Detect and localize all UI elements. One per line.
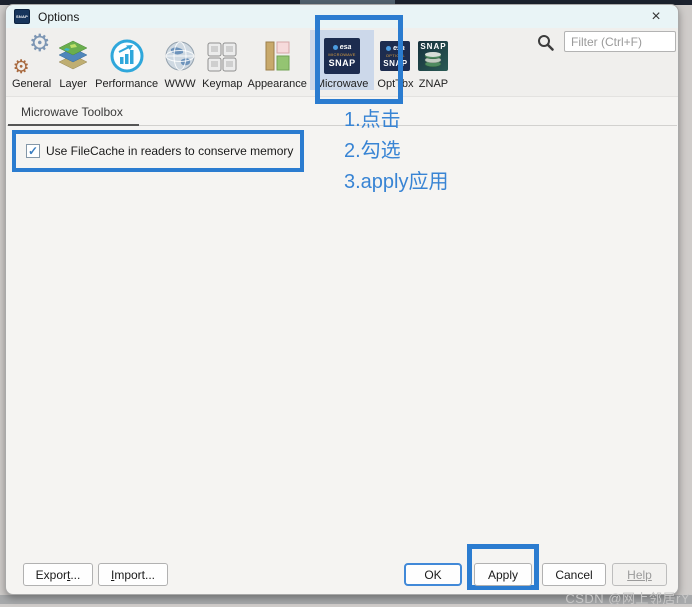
esa-snap-optical-icon: esa OPTICAL SNAP — [380, 41, 411, 71]
toolbar-item-www[interactable]: WWW — [161, 30, 199, 90]
toolbar-item-label: Performance — [95, 78, 159, 90]
checkbox-highlight-rect: ✓ Use FileCache in readers to conserve m… — [12, 130, 304, 172]
annotation-step-3: 3.apply应用 — [344, 171, 449, 193]
snap-database-icon: SNAP — [418, 41, 449, 71]
annotation-step-2: 2.勾选 — [344, 140, 401, 162]
toolbar-item-label: OptTbx — [377, 78, 414, 90]
annotation-step-1: 1.点击 — [344, 109, 401, 131]
layers-icon — [58, 40, 88, 70]
ok-button[interactable]: OK — [404, 563, 462, 586]
export-button[interactable]: Export... — [23, 563, 93, 586]
check-mark-icon: ✓ — [27, 143, 39, 158]
performance-gauge-icon — [110, 39, 144, 73]
title-bar[interactable]: SNAP Options × — [6, 5, 678, 28]
watermark: CSDN @网上邻居rY — [565, 591, 690, 606]
toolbar-item-label: Appearance — [247, 78, 307, 90]
esa-dot — [332, 45, 338, 50]
import-button[interactable]: Import... — [98, 563, 168, 586]
help-button[interactable]: Help — [612, 563, 667, 586]
keyboard-icon — [207, 42, 237, 72]
filter-input[interactable] — [564, 31, 676, 52]
toolbar-item-label: Keymap — [202, 78, 243, 90]
toolbar-item-general[interactable]: ⚙ ⚙ General — [10, 30, 53, 91]
checkbox-icon[interactable]: ✓ — [26, 144, 40, 158]
close-icon[interactable]: × — [646, 7, 666, 27]
toolbar-item-opttbx[interactable]: esa OPTICAL SNAP OptTbx — [375, 30, 415, 90]
search-icon — [538, 35, 554, 51]
toolbar-item-znap[interactable]: SNAP ZNAP — [416, 30, 450, 90]
esa-snap-microwave-icon: esa MICROWAVE SNAP — [324, 38, 361, 74]
annotation-steps: 1.点击 2.勾选 3.apply应用 — [344, 105, 449, 198]
globe-icon — [165, 41, 195, 71]
apply-button[interactable]: Apply — [474, 563, 532, 586]
toolbar-item-keymap[interactable]: Keymap — [200, 30, 244, 90]
checkbox-label: Use FileCache in readers to conserve mem… — [46, 144, 294, 158]
toolbar-item-label: General — [12, 78, 52, 90]
window-title: Options — [38, 9, 80, 24]
layout-icon — [265, 41, 290, 71]
cancel-button[interactable]: Cancel — [542, 563, 606, 586]
toolbar-item-label: ZNAP — [418, 78, 449, 90]
toolbar-item-label: WWW — [164, 78, 196, 90]
database-stack-icon — [425, 52, 442, 68]
options-dialog: SNAP Options × ⚙ ⚙ General Layer Perform… — [5, 4, 679, 595]
filecache-checkbox-row[interactable]: ✓ Use FileCache in readers to conserve m… — [26, 144, 293, 158]
toolbar-item-appearance[interactable]: Appearance — [245, 30, 308, 90]
snap-logo-icon: SNAP — [14, 9, 30, 24]
esa-dot — [386, 45, 392, 51]
tab-microwave-toolbox[interactable]: Microwave Toolbox — [21, 105, 123, 119]
gears-icon: ⚙ ⚙ — [12, 30, 51, 78]
toolbar-item-layer[interactable]: Layer — [54, 30, 92, 90]
toolbar-item-performance[interactable]: Performance — [93, 30, 160, 90]
toolbar-item-label: Microwave — [315, 78, 369, 90]
toolbar-item-microwave[interactable]: esa MICROWAVE SNAP Microwave — [309, 30, 375, 90]
toolbar-item-label: Layer — [59, 78, 87, 90]
selected-tab-underline — [8, 124, 139, 126]
